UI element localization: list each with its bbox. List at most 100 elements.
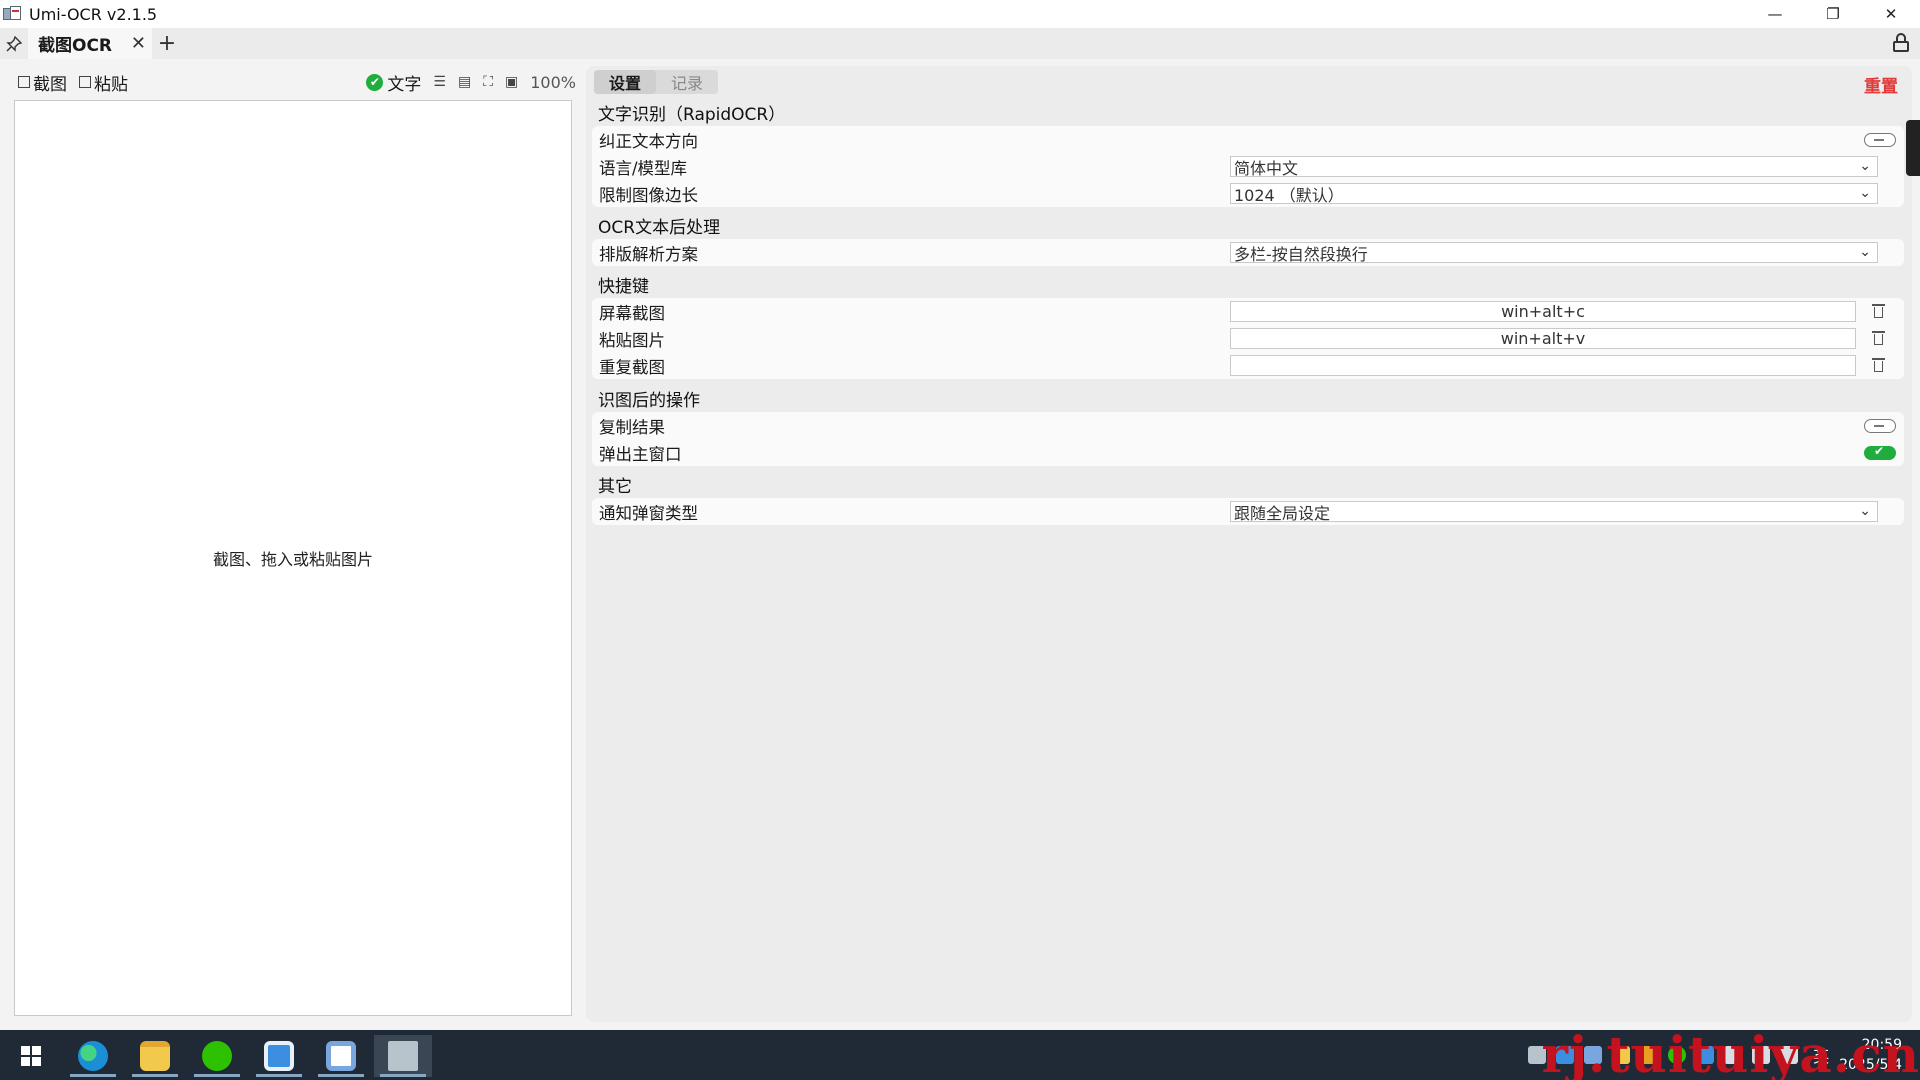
- watermark: rj.tuituiya.cn: [1541, 1025, 1920, 1080]
- notify-type-label: 通知弹窗类型: [599, 503, 698, 523]
- screenshot-hotkey-label: 屏幕截图: [599, 303, 665, 323]
- post-group: 排版解析方案 多栏-按自然段换行 ⌄: [592, 239, 1904, 266]
- image-drop-area[interactable]: 截图、拖入或粘贴图片: [14, 100, 572, 1016]
- paste-hotkey-row: 粘贴图片 win+alt+v: [592, 325, 1904, 352]
- reset-button[interactable]: 重置: [1864, 72, 1898, 97]
- tab-settings[interactable]: 设置: [594, 70, 656, 94]
- screenshot-hotkey-field[interactable]: win+alt+c: [1230, 301, 1856, 322]
- zoom-level[interactable]: 100%: [530, 73, 576, 92]
- layout-row: 排版解析方案 多栏-按自然段换行 ⌄: [592, 239, 1904, 266]
- copy-result-row: 复制结果: [592, 412, 1904, 439]
- side-drawer-handle[interactable]: [1906, 120, 1920, 176]
- wechat-icon: [202, 1041, 232, 1071]
- title-bar: Umi-OCR v2.1.5 — ❐ ✕: [0, 0, 1920, 28]
- layout-value: 多栏-按自然段换行: [1234, 244, 1368, 264]
- layout-select[interactable]: 多栏-按自然段换行 ⌄: [1230, 242, 1878, 264]
- lock-icon[interactable]: [1892, 33, 1910, 53]
- clipboard-icon: [79, 76, 91, 88]
- check-icon: ✔: [366, 73, 384, 91]
- image-panel: 截图 粘贴 ✔ 文字 ☰ ▤ ⛶ ▣ 100% 截图、拖入或粘贴图片: [8, 67, 576, 1022]
- correct-direction-row: 纠正文本方向: [592, 126, 1904, 153]
- limit-size-select[interactable]: 1024 （默认） ⌄: [1230, 183, 1878, 205]
- actual-size-icon[interactable]: ▣: [505, 74, 518, 90]
- chevron-down-icon: ⌄: [1859, 185, 1871, 201]
- popup-window-toggle[interactable]: [1864, 444, 1896, 460]
- popup-window-label: 弹出主窗口: [599, 444, 682, 464]
- trash-icon[interactable]: [1872, 330, 1885, 346]
- umi-ocr-icon: [388, 1041, 418, 1071]
- copy-result-toggle[interactable]: [1864, 419, 1896, 433]
- screenshot-label: 截图: [33, 74, 67, 95]
- folder-icon: [140, 1041, 170, 1071]
- app-icon: [326, 1041, 356, 1071]
- popup-window-row: 弹出主窗口: [592, 439, 1904, 466]
- list-icon[interactable]: ☰: [433, 74, 446, 90]
- paste-hotkey-label: 粘贴图片: [599, 330, 665, 350]
- language-value: 简体中文: [1234, 158, 1299, 178]
- section-post-title: OCR文本后处理: [598, 218, 721, 238]
- edge-icon: [78, 1041, 108, 1071]
- language-row: 语言/模型库 简体中文 ⌄: [592, 153, 1904, 180]
- ocr-group: 纠正文本方向 语言/模型库 简体中文 ⌄ 限制图像边长 1024 （默认） ⌄: [592, 126, 1904, 207]
- repeat-hotkey-field[interactable]: [1230, 355, 1856, 376]
- language-label: 语言/模型库: [599, 158, 688, 178]
- paste-hotkey-field[interactable]: win+alt+v: [1230, 328, 1856, 349]
- notify-type-row: 通知弹窗类型 跟随全局设定 ⌄: [592, 498, 1904, 525]
- section-ocr-title: 文字识别（RapidOCR）: [598, 105, 786, 125]
- image-toolbar: 截图 粘贴 ✔ 文字 ☰ ▤ ⛶ ▣ 100%: [8, 67, 576, 97]
- taskbar-umi-ocr[interactable]: [374, 1035, 432, 1077]
- tab-bar: 截图OCR ✕ +: [0, 28, 1920, 59]
- repeat-hotkey-label: 重复截图: [599, 357, 665, 377]
- screenshot-button[interactable]: 截图: [18, 70, 67, 95]
- pin-icon[interactable]: [0, 28, 28, 59]
- taskbar-app5[interactable]: [312, 1035, 370, 1077]
- start-button[interactable]: [2, 1035, 60, 1077]
- drop-hint: 截图、拖入或粘贴图片: [212, 550, 373, 569]
- correct-direction-label: 纠正文本方向: [599, 131, 698, 151]
- after-group: 复制结果 弹出主窗口: [592, 412, 1904, 466]
- app-logo-icon: [3, 5, 23, 23]
- close-tab-icon[interactable]: ✕: [131, 33, 146, 54]
- restore-button[interactable]: ❐: [1804, 0, 1862, 28]
- taskbar-wechat[interactable]: [188, 1035, 246, 1077]
- taskbar-edge[interactable]: [64, 1035, 122, 1077]
- layout-label: 排版解析方案: [599, 244, 698, 264]
- limit-size-value: 1024 （默认）: [1234, 185, 1344, 205]
- language-select[interactable]: 简体中文 ⌄: [1230, 156, 1878, 178]
- settings-panel: 设置 记录 重置 文字识别（RapidOCR） 纠正文本方向 语言/模型库 简体…: [586, 66, 1912, 1022]
- taskbar: 英 20:59 2025/5/4 rj.tuituiya.cn: [0, 1030, 1920, 1080]
- section-after-title: 识图后的操作: [598, 391, 700, 411]
- hotkeys-group: 屏幕截图 win+alt+c 粘贴图片 win+alt+v 重复截图: [592, 298, 1904, 379]
- minimize-button[interactable]: —: [1746, 0, 1804, 28]
- paste-label: 粘贴: [94, 74, 128, 95]
- paste-button[interactable]: 粘贴: [79, 70, 128, 95]
- other-group: 通知弹窗类型 跟随全局设定 ⌄: [592, 498, 1904, 525]
- correct-direction-toggle[interactable]: [1864, 133, 1896, 147]
- limit-size-label: 限制图像边长: [599, 185, 698, 205]
- copy-result-label: 复制结果: [599, 417, 665, 437]
- taskbar-app4[interactable]: [250, 1035, 308, 1077]
- trash-icon[interactable]: [1872, 357, 1885, 373]
- trash-icon[interactable]: [1872, 303, 1885, 319]
- repeat-hotkey-row: 重复截图: [592, 352, 1904, 379]
- image-icon: [18, 76, 30, 88]
- taskbar-explorer[interactable]: [126, 1035, 184, 1077]
- limit-size-row: 限制图像边长 1024 （默认） ⌄: [592, 180, 1904, 207]
- windows-icon: [21, 1046, 41, 1066]
- tab-screenshot-ocr[interactable]: 截图OCR ✕: [28, 28, 152, 59]
- copy-icon[interactable]: ▤: [458, 74, 471, 90]
- fit-icon[interactable]: ⛶: [483, 74, 493, 90]
- section-other-title: 其它: [598, 477, 632, 497]
- text-label: 文字: [387, 74, 422, 95]
- panel-tabs: 设置 记录: [594, 70, 718, 94]
- chevron-down-icon: ⌄: [1859, 158, 1871, 174]
- chevron-down-icon: ⌄: [1859, 244, 1871, 260]
- tab-label: 截图OCR: [38, 36, 113, 56]
- notify-type-value: 跟随全局设定: [1234, 503, 1331, 523]
- tab-records[interactable]: 记录: [656, 70, 718, 94]
- close-window-button[interactable]: ✕: [1862, 0, 1920, 28]
- notify-type-select[interactable]: 跟随全局设定 ⌄: [1230, 501, 1878, 523]
- show-text-toggle[interactable]: ✔ 文字: [366, 70, 421, 95]
- add-tab-button[interactable]: +: [152, 28, 182, 59]
- section-hotkeys-title: 快捷键: [598, 277, 649, 297]
